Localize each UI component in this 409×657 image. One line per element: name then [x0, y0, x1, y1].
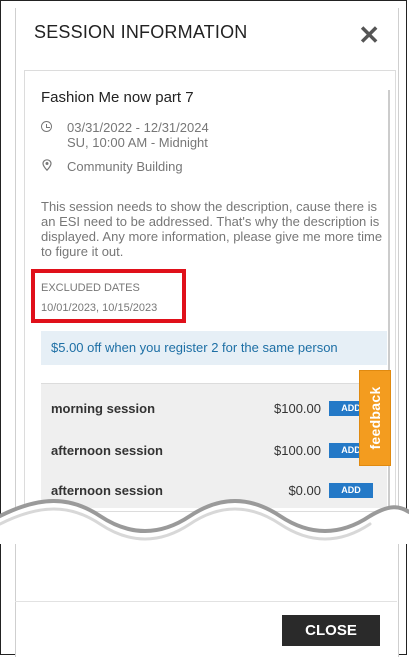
- torn-edge-divider: [0, 499, 409, 544]
- session-info-modal: SESSION INFORMATION ✕ Fashion Me now par…: [15, 8, 399, 657]
- close-button[interactable]: CLOSE: [282, 615, 380, 646]
- option-row: afternoon session $100.00 ADD: [41, 430, 387, 470]
- option-row: morning session $100.00 ADD: [41, 388, 387, 428]
- excluded-dates-highlight: [31, 269, 186, 323]
- option-price: $100.00: [274, 401, 321, 416]
- session-title: Fashion Me now part 7: [41, 89, 194, 106]
- session-schedule: SU, 10:00 AM - Midnight: [67, 135, 208, 150]
- clock-icon: [41, 121, 52, 132]
- option-name: morning session: [51, 401, 156, 416]
- modal-title: SESSION INFORMATION: [34, 22, 248, 42]
- feedback-label: feedback: [367, 386, 383, 450]
- modal-footer-divider: [15, 601, 397, 602]
- close-icon[interactable]: ✕: [358, 22, 380, 48]
- session-date-text: 03/31/2022 - 12/31/2024 SU, 10:00 AM - M…: [67, 120, 209, 150]
- option-price: $100.00: [274, 443, 321, 458]
- session-location: Community Building: [67, 159, 183, 174]
- modal-header: SESSION INFORMATION ✕: [16, 8, 398, 68]
- map-pin-icon: [42, 159, 52, 171]
- excluded-dates-value: 10/01/2023, 10/15/2023: [41, 302, 158, 314]
- session-description: This session needs to show the descripti…: [41, 199, 383, 259]
- feedback-tab[interactable]: feedback: [359, 370, 391, 466]
- option-name: afternoon session: [51, 443, 163, 458]
- excluded-dates-label: EXCLUDED DATES: [41, 282, 140, 294]
- promo-text: $5.00 off when you register 2 for the sa…: [51, 340, 338, 355]
- session-date-range: 03/31/2022 - 12/31/2024: [67, 120, 209, 135]
- promo-banner: $5.00 off when you register 2 for the sa…: [41, 331, 387, 365]
- session-panel: Fashion Me now part 7 03/31/2022 - 12/31…: [24, 70, 396, 512]
